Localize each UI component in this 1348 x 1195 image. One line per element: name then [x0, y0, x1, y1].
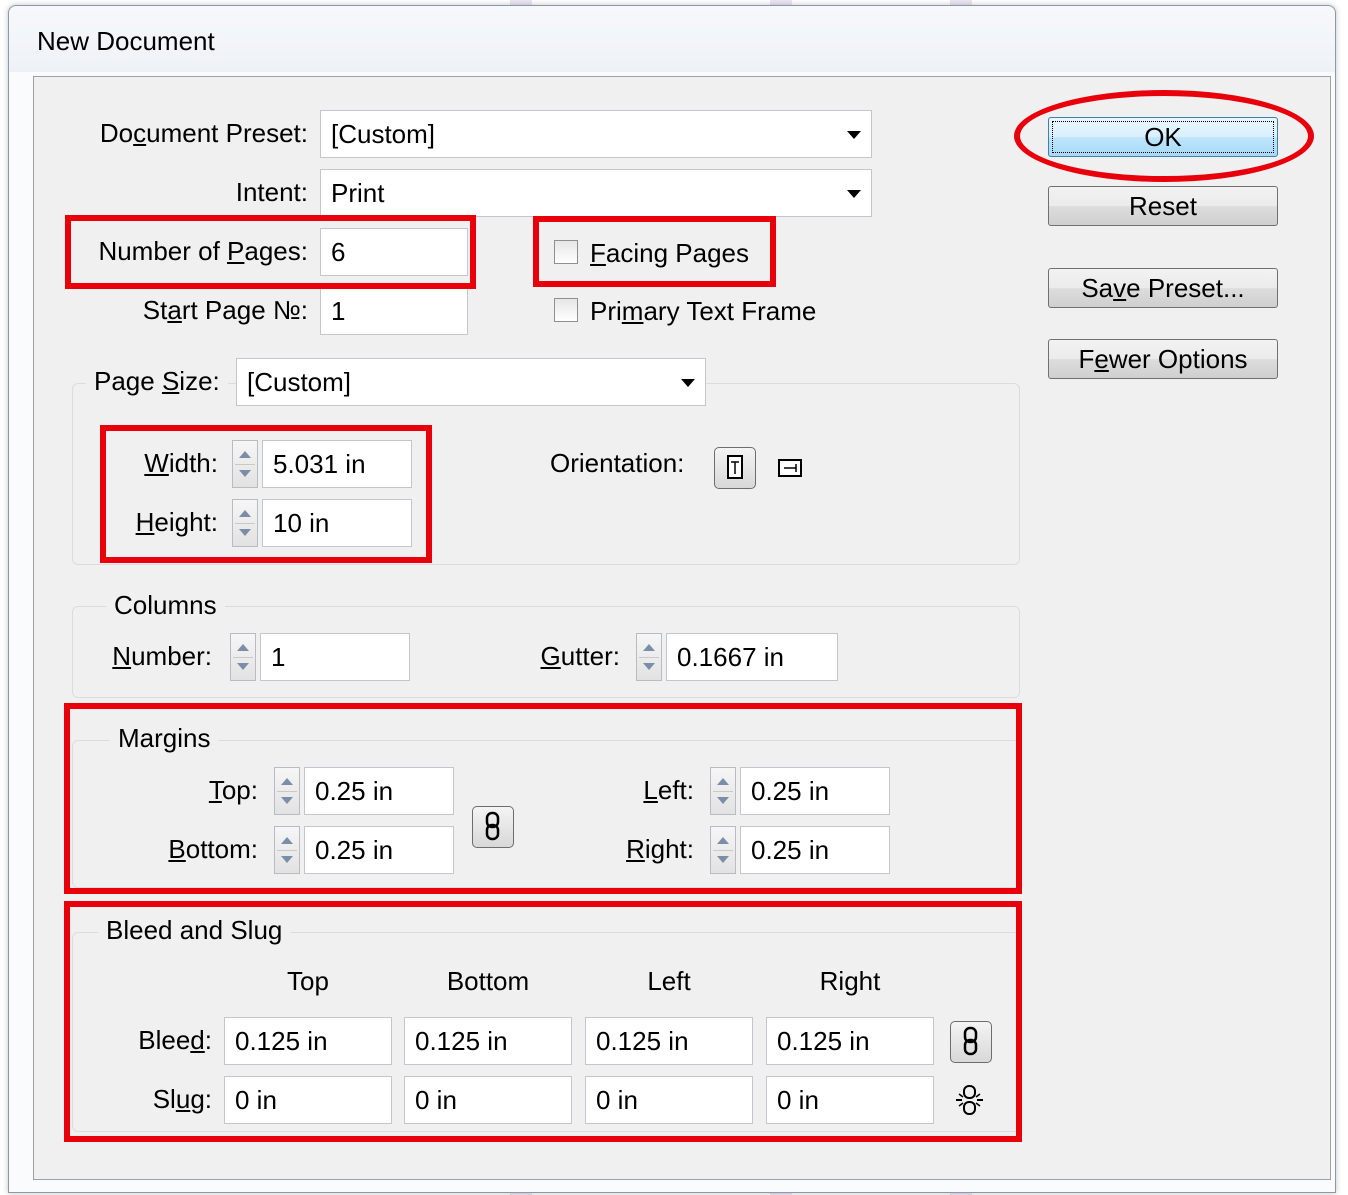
annotation-margins: [64, 703, 1022, 894]
annotation-facing-pages: [533, 216, 776, 287]
chevron-down-icon: [681, 379, 695, 387]
gutter-label: Gutter:: [540, 641, 620, 671]
columns-number-label: Number:: [112, 641, 212, 671]
page-size-value: [Custom]: [247, 367, 352, 397]
page-size-dropdown[interactable]: [Custom]: [236, 358, 706, 406]
landscape-page-icon: [778, 459, 802, 477]
document-preset-dropdown[interactable]: [Custom]: [320, 110, 872, 158]
page-size-label: Page Size:: [86, 366, 228, 397]
gutter-spinner[interactable]: [636, 633, 662, 681]
landscape-orientation-button[interactable]: [770, 450, 810, 490]
primary-text-frame-label[interactable]: Primary Text Frame: [590, 296, 816, 327]
annotation-bleed-slug: [64, 901, 1022, 1142]
chevron-down-icon: [847, 131, 861, 139]
title-bar[interactable]: New Document: [9, 6, 1335, 72]
gutter-input[interactable]: 0.1667 in: [666, 633, 838, 681]
intent-value: Print: [331, 178, 385, 208]
start-page-label: Start Page №:: [142, 295, 308, 325]
orientation-label: Orientation:: [550, 448, 685, 478]
annotation-number-of-pages: [65, 215, 476, 289]
save-preset-button[interactable]: Save Preset...: [1048, 268, 1278, 308]
portrait-page-icon: [727, 455, 743, 479]
window-title: New Document: [37, 26, 215, 56]
primary-text-frame-checkbox[interactable]: [554, 298, 578, 322]
reset-button[interactable]: Reset: [1048, 186, 1278, 226]
intent-label: Intent:: [235, 177, 308, 207]
columns-number-spinner[interactable]: [230, 633, 256, 681]
annotation-ok-oval: [1014, 90, 1314, 182]
start-page-input[interactable]: 1: [320, 287, 468, 335]
chevron-down-icon: [847, 190, 861, 198]
intent-dropdown[interactable]: Print: [320, 169, 872, 217]
columns-legend: Columns: [106, 590, 225, 621]
document-preset-label: Document Preset:: [99, 118, 308, 148]
annotation-width-height: [100, 425, 432, 563]
portrait-orientation-button[interactable]: [714, 447, 756, 489]
columns-number-input[interactable]: 1: [260, 633, 410, 681]
fewer-options-button[interactable]: Fewer Options: [1048, 339, 1278, 379]
document-preset-value: [Custom]: [331, 119, 436, 149]
